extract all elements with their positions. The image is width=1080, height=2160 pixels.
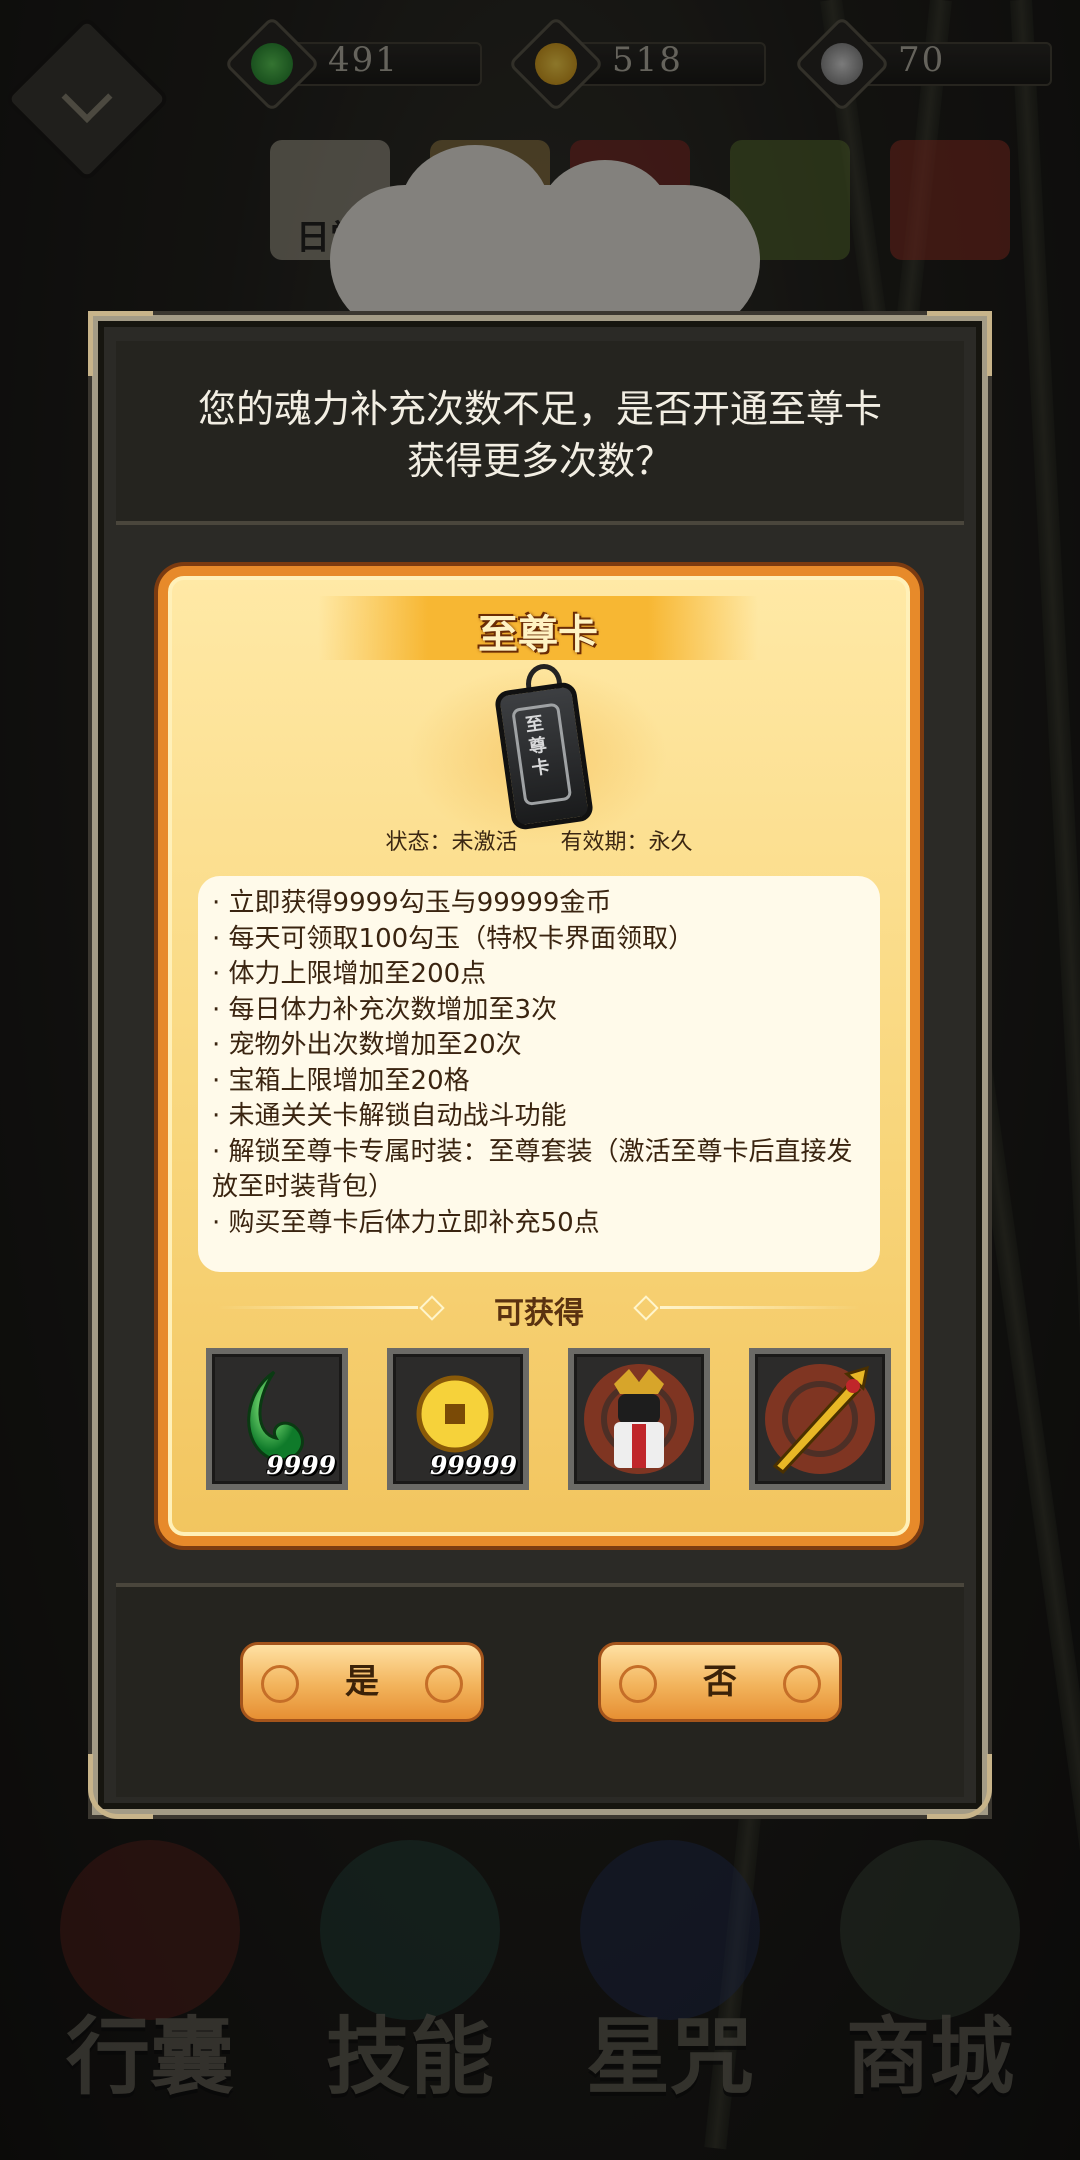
reward-slot[interactable]: 9999 bbox=[206, 1348, 348, 1490]
dialog-header: 您的魂力补充次数不足，是否开通至尊卡 获得更多次数？ bbox=[116, 341, 964, 525]
reward-slot[interactable] bbox=[749, 1348, 891, 1490]
dialog-message: 您的魂力补充次数不足，是否开通至尊卡 获得更多次数？ bbox=[197, 387, 882, 483]
list-item: 每日体力补充次数增加至3次 bbox=[212, 993, 866, 1029]
list-item: 解锁至尊卡专属时装：至尊套装（激活至尊卡后直接发放至时装背包） bbox=[212, 1135, 866, 1206]
no-button[interactable]: 否 bbox=[598, 1642, 842, 1722]
list-item: 未通关关卡解锁自动战斗功能 bbox=[212, 1099, 866, 1135]
list-item: 每天可领取100勾玉（特权卡界面领取） bbox=[212, 922, 866, 958]
supreme-card-panel: 至尊卡 至尊卡 状态：未激活 有效期：永久 立即获得9999勾玉与99999金币… bbox=[158, 566, 920, 1546]
yes-button[interactable]: 是 bbox=[240, 1642, 484, 1722]
list-item: 宝箱上限增加至20格 bbox=[212, 1064, 866, 1100]
list-item: 体力上限增加至200点 bbox=[212, 957, 866, 993]
tag-label: 至尊卡 bbox=[524, 712, 552, 780]
benefits-list: 立即获得9999勾玉与99999金币 每天可领取100勾玉（特权卡界面领取） 体… bbox=[198, 876, 880, 1272]
card-name: 至尊卡 bbox=[478, 612, 598, 658]
obtain-header: 可获得 bbox=[168, 1286, 910, 1331]
reward-qty: 99999 bbox=[430, 1451, 517, 1480]
card-name-banner: 至尊卡 bbox=[318, 596, 758, 660]
golden-weapon-icon bbox=[765, 1364, 875, 1475]
card-status: 状态：未激活 bbox=[385, 830, 518, 855]
list-item: 宠物外出次数增加至20次 bbox=[212, 1028, 866, 1064]
reward-qty: 9999 bbox=[266, 1451, 336, 1480]
reward-slot[interactable] bbox=[568, 1348, 710, 1490]
armor-costume-icon bbox=[584, 1364, 694, 1474]
card-validity: 有效期：永久 bbox=[560, 830, 693, 855]
list-item: 购买至尊卡后体力立即补充50点 bbox=[212, 1206, 866, 1242]
reward-slot[interactable]: 99999 bbox=[387, 1348, 529, 1490]
card-status-line: 状态：未激活 有效期：永久 bbox=[168, 824, 910, 856]
rewards-row: 9999 99999 bbox=[206, 1348, 892, 1498]
list-item: 立即获得9999勾玉与99999金币 bbox=[212, 886, 866, 922]
obtain-title: 可获得 bbox=[494, 1296, 584, 1331]
supreme-card-dialog: 您的魂力补充次数不足，是否开通至尊卡 获得更多次数？ 至尊卡 至尊卡 状态：未激… bbox=[88, 311, 992, 1819]
divider bbox=[660, 1306, 860, 1309]
